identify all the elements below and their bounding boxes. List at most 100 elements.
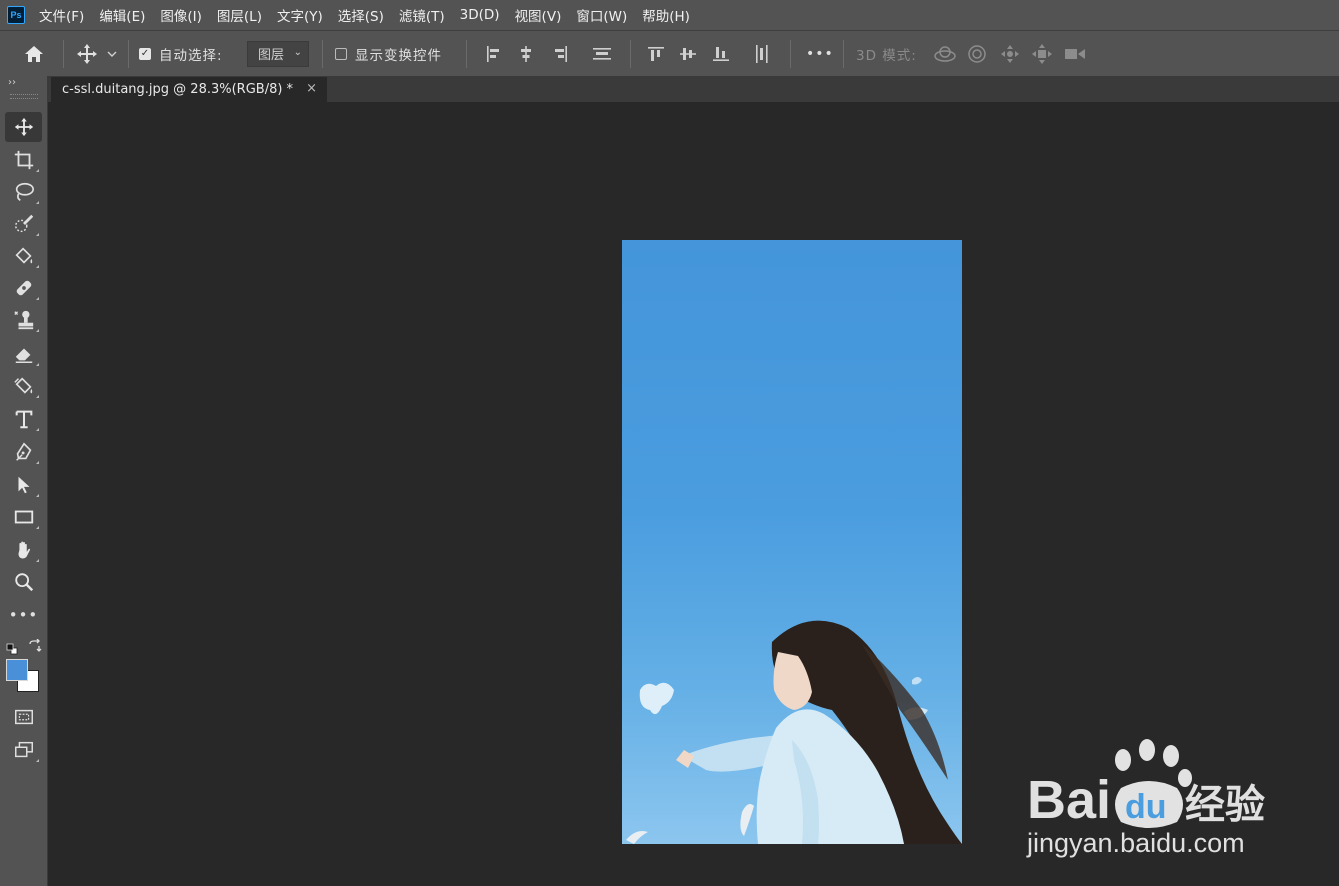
home-icon — [25, 45, 43, 62]
path-selection-tool[interactable] — [5, 470, 42, 500]
align-bottom-edges-button[interactable] — [711, 31, 731, 76]
3d-slide-icon — [1032, 43, 1052, 64]
close-tab-icon[interactable]: × — [306, 81, 317, 96]
crop-tool[interactable] — [5, 145, 42, 175]
lasso-tool[interactable] — [5, 177, 42, 207]
arrow-cursor-icon — [18, 476, 29, 494]
auto-select-label: 自动选择: — [159, 47, 223, 64]
show-transform-label: 显示变换控件 — [355, 47, 442, 64]
eraser-icon — [15, 348, 32, 363]
bucket-gradient-icon — [13, 377, 32, 394]
menu-filter[interactable]: 滤镜(T) — [399, 5, 445, 25]
document-tab[interactable]: c-ssl.duitang.jpg @ 28.3%(RGB/8) * × — [51, 77, 327, 102]
watermark-url: jingyan.baidu.com — [1026, 828, 1245, 858]
zoom-tool[interactable] — [5, 567, 42, 597]
swap-arrows-icon — [29, 638, 42, 652]
3d-mode-label: 3D 模式: — [856, 47, 917, 64]
swap-colors-button[interactable] — [28, 638, 42, 657]
document-canvas-image[interactable] — [622, 240, 962, 844]
stamp-icon — [13, 310, 33, 330]
bandage-icon — [16, 280, 31, 296]
eraser-tool[interactable] — [5, 339, 42, 369]
menu-layer[interactable]: 图层(L) — [217, 5, 262, 25]
menu-window[interactable]: 窗口(W) — [576, 5, 627, 25]
screen-mode-icon — [14, 741, 33, 758]
3d-roll-icon — [968, 44, 986, 63]
menu-edit[interactable]: 编辑(E) — [99, 5, 145, 25]
menu-bar: Ps 文件(F) 编辑(E) 图像(I) 图层(L) 文字(Y) 选择(S) 滤… — [0, 0, 1339, 30]
menu-select[interactable]: 选择(S) — [338, 5, 384, 25]
align-center-icon — [521, 45, 531, 62]
align-vertical-centers-button[interactable] — [678, 31, 698, 76]
tools-panel: ›› ••• — [0, 76, 48, 886]
more-options-button[interactable]: ••• — [806, 31, 834, 76]
auto-select-target-value: 图层 — [258, 48, 285, 63]
align-right-edges-button[interactable] — [550, 31, 570, 76]
hand-icon — [18, 541, 30, 559]
3d-pan-button[interactable] — [999, 31, 1021, 76]
paint-bucket-icon — [14, 247, 32, 264]
clone-stamp-tool[interactable] — [5, 305, 42, 335]
quick-mask-icon — [14, 709, 33, 725]
foreground-color-swatch[interactable] — [6, 659, 28, 681]
quick-selection-tool[interactable] — [5, 209, 42, 239]
auto-select-target-dropdown[interactable]: 图层 ⌄ — [247, 40, 309, 67]
menu-image[interactable]: 图像(I) — [160, 5, 202, 25]
show-transform-check-icon — [335, 47, 347, 60]
lasso-icon — [15, 182, 34, 201]
align-top-edges-button[interactable] — [646, 31, 666, 76]
auto-select-checkbox[interactable]: ✓ 自动选择: — [139, 31, 223, 76]
crop-icon — [14, 150, 33, 170]
quick-selection-icon — [14, 214, 33, 233]
document-tab-bar: c-ssl.duitang.jpg @ 28.3%(RGB/8) * × — [48, 76, 1339, 102]
collapse-panel-button[interactable]: ›› — [8, 77, 16, 88]
align-right-icon — [555, 45, 567, 62]
3d-orbit-icon — [934, 45, 956, 62]
edit-toolbar-button[interactable]: ••• — [5, 600, 42, 630]
menu-view[interactable]: 视图(V) — [515, 5, 562, 25]
paint-bucket-tool[interactable] — [5, 371, 42, 401]
align-horizontal-centers-button[interactable] — [516, 31, 536, 76]
home-button[interactable] — [22, 31, 46, 76]
healing-brush-tool[interactable] — [5, 273, 42, 303]
menu-type[interactable]: 文字(Y) — [277, 5, 323, 25]
type-tool[interactable] — [5, 404, 42, 434]
menu-file[interactable]: 文件(F) — [39, 5, 84, 25]
fill-tool[interactable] — [5, 241, 42, 271]
show-transform-controls-checkbox[interactable]: 显示变换控件 — [335, 31, 442, 76]
distribute-horizontal-button[interactable] — [752, 31, 772, 76]
panel-grip[interactable] — [10, 94, 38, 99]
chevron-down-icon: ⌄ — [293, 46, 302, 58]
quick-mask-button[interactable] — [5, 702, 42, 732]
rectangle-tool[interactable] — [5, 502, 42, 532]
menu-help[interactable]: 帮助(H) — [642, 5, 690, 25]
baidu-jingyan-watermark: Bai du 经验 jingyan.baidu.com — [1026, 739, 1265, 858]
default-colors-button[interactable] — [6, 640, 18, 659]
3d-roll-button[interactable] — [966, 31, 988, 76]
svg-text:du: du — [1125, 788, 1167, 826]
3d-slide-button[interactable] — [1031, 31, 1053, 76]
photoshop-logo-icon[interactable]: Ps — [7, 6, 25, 24]
document-tab-title: c-ssl.duitang.jpg @ 28.3%(RGB/8) * — [62, 82, 294, 97]
baidu-paw-logo — [1115, 739, 1192, 787]
distribute-vertical-icon — [593, 47, 611, 60]
align-left-edges-button[interactable] — [484, 31, 504, 76]
distribute-horizontal-icon — [756, 44, 768, 63]
3d-orbit-button[interactable] — [933, 31, 957, 76]
sky-photo — [626, 620, 962, 844]
rectangle-icon — [14, 510, 33, 524]
move-tool-preset-button[interactable] — [75, 31, 119, 76]
3d-scale-button[interactable] — [1063, 31, 1089, 76]
pen-tool[interactable] — [5, 437, 42, 467]
watermark-brand-right: 经验 — [1185, 782, 1265, 828]
distribute-vertical-button[interactable] — [591, 31, 613, 76]
align-top-icon — [648, 46, 664, 61]
menu-3d[interactable]: 3D(D) — [460, 7, 500, 23]
screen-mode-button[interactable] — [5, 735, 42, 765]
hand-tool[interactable] — [5, 535, 42, 565]
move-tool[interactable] — [5, 112, 42, 142]
move-icon — [14, 117, 33, 137]
3d-camera-icon — [1065, 48, 1085, 59]
align-bottom-icon — [713, 46, 729, 61]
move-icon — [77, 43, 97, 64]
